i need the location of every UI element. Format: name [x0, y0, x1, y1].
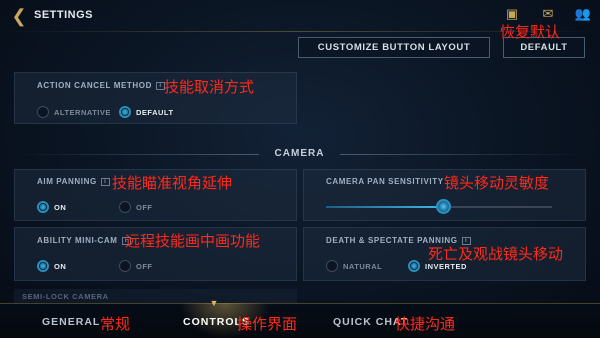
radio-label: NATURAL: [343, 262, 383, 271]
annotation-quick-chat: 快捷沟通: [395, 315, 456, 333]
annotation-death-panning: 死亡及观战镜头移动: [428, 245, 564, 263]
page-title: SETTINGS: [34, 9, 94, 21]
camera-pan-sensitivity-label: CAMERA PAN SENSITIVITY: [326, 177, 444, 186]
action-cancel-method-label: ACTION CANCEL METHOD i: [37, 81, 165, 90]
friends-icon[interactable]: 👥: [574, 6, 592, 22]
clipboard-check-icon[interactable]: ▣: [503, 6, 521, 22]
slider-thumb[interactable]: [436, 199, 452, 214]
ability-mini-cam-label: ABILITY MINI-CAM i: [37, 236, 131, 245]
radio-label: OFF: [136, 203, 153, 212]
radio-label: OFF: [136, 262, 153, 271]
radio-label: ALTERNATIVE: [54, 108, 111, 117]
radio-label: ON: [54, 262, 67, 271]
annotation-mini-cam: 远程技能画中画功能: [125, 232, 261, 250]
customize-button-layout-button[interactable]: CUSTOMIZE BUTTON LAYOUT: [298, 37, 490, 58]
annotation-aim-panning: 技能瞄准视角延伸: [112, 174, 233, 192]
radio-dot-selected: [37, 260, 49, 272]
radio-label: ON: [54, 203, 67, 212]
radio-dot: [326, 260, 338, 272]
tab-general[interactable]: GENERAL: [42, 316, 100, 328]
camera-divider-right: [340, 154, 586, 155]
radio-dot-selected: [37, 201, 49, 213]
aim-panning-label: AIM PANNING i: [37, 177, 110, 186]
radio-label: INVERTED: [425, 262, 467, 271]
annotation-general: 常规: [100, 315, 131, 333]
annotation-action-cancel: 技能取消方式: [164, 78, 255, 96]
slider-fill: [326, 206, 444, 208]
chat-icon[interactable]: ✉: [539, 6, 557, 22]
back-chevron-icon[interactable]: ❮: [8, 6, 30, 26]
active-tab-caret-icon: ▼: [209, 298, 219, 308]
radio-dot: [37, 106, 49, 118]
radio-dot: [119, 201, 131, 213]
radio-dot-selected: [408, 260, 420, 272]
annotation-restore-default: 恢复默认: [500, 23, 561, 41]
radio-label: DEFAULT: [136, 108, 174, 117]
camera-divider-left: [14, 154, 259, 155]
radio-dot-selected: [119, 106, 131, 118]
camera-section-title: CAMERA: [274, 148, 325, 159]
info-icon[interactable]: i: [100, 177, 110, 186]
semi-lock-camera-label: SEMI-LOCK CAMERA: [22, 292, 109, 301]
annotation-controls: 操作界面: [237, 315, 298, 333]
annotation-pan-sensitivity: 镜头移动灵敏度: [444, 174, 550, 192]
radio-dot: [119, 260, 131, 272]
